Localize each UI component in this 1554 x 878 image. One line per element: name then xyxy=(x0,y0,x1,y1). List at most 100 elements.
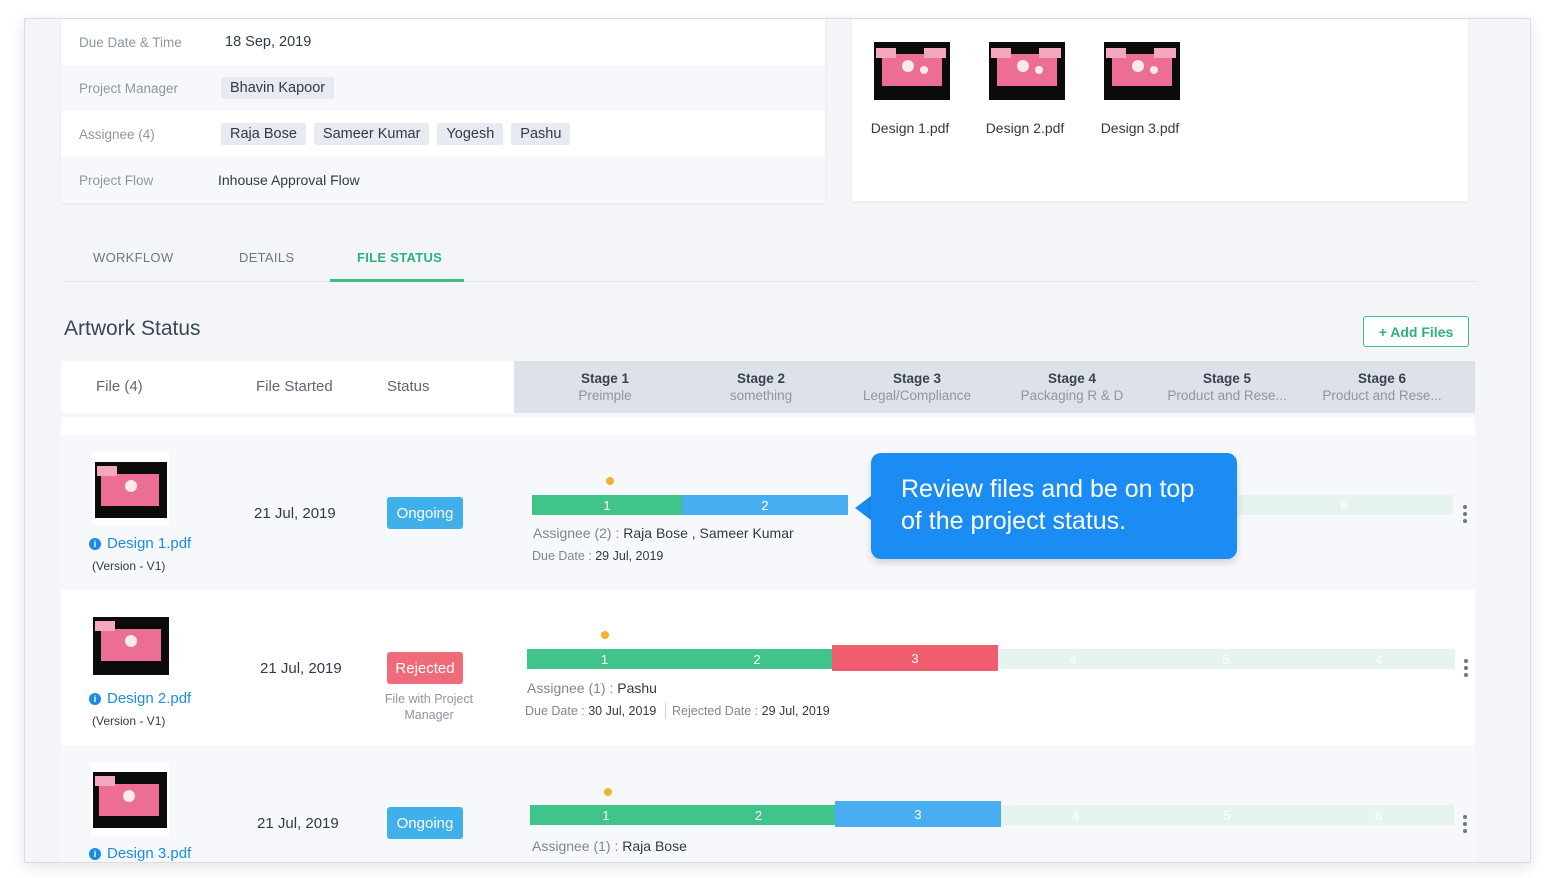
project-manager-chip[interactable]: Bhavin Kapoor xyxy=(221,77,335,99)
info-icon[interactable]: i xyxy=(89,692,101,705)
assignee-names: Raja Bose , Sameer Kumar xyxy=(623,525,794,541)
assignee-label: Assignee (4) xyxy=(79,126,155,142)
stage-1-segment[interactable]: 1 xyxy=(530,805,682,825)
project-manager-row: Project Manager Bhavin Kapoor xyxy=(61,65,825,111)
stage-3-segment[interactable]: 3 xyxy=(835,801,1001,827)
table-spacer xyxy=(61,417,1475,435)
stage-3-subtitle: Legal/Compliance xyxy=(862,388,972,403)
assignee-chip[interactable]: Raja Bose xyxy=(221,123,306,145)
app-window: Due Date & Time 18 Sep, 2019 Project Man… xyxy=(24,18,1531,863)
design-3-row-thumbnail[interactable] xyxy=(91,762,169,836)
rejected-date: 29 Jul, 2019 xyxy=(761,704,830,718)
row-menu-icon[interactable] xyxy=(1464,659,1468,680)
design-3-thumbnail[interactable] xyxy=(1104,42,1180,100)
design-3-started: 21 Jul, 2019 xyxy=(257,815,339,832)
tab-workflow[interactable]: WORKFLOW xyxy=(93,250,173,265)
design-2-filename[interactable]: Design 2.pdf xyxy=(970,120,1080,136)
stage-2-segment[interactable]: 2 xyxy=(682,805,835,825)
design-2-version: (Version - V1) xyxy=(92,714,166,728)
assignee-names: Pashu xyxy=(617,680,657,696)
stage-5-segment[interactable]: 5 xyxy=(1148,649,1303,669)
stage-header-4[interactable]: Stage 4 Packaging R & D xyxy=(997,371,1147,403)
stage-1-subtitle: Preimple xyxy=(578,388,632,403)
design-1-name: Design 1.pdf xyxy=(107,535,192,552)
column-header-status[interactable]: Status xyxy=(387,378,430,395)
due-date-value: 18 Sep, 2019 xyxy=(225,34,312,50)
stage-1-segment[interactable]: 1 xyxy=(527,649,682,669)
status-subtext: File with Project Manager xyxy=(384,692,474,722)
stage-4-title: Stage 4 xyxy=(1047,371,1097,386)
design-3-link[interactable]: i Design 3.pdf xyxy=(89,845,191,862)
stage-2-segment[interactable]: 2 xyxy=(682,649,832,669)
tab-file-status[interactable]: FILE STATUS xyxy=(357,250,442,265)
stage-6-segment[interactable]: 6 xyxy=(1303,805,1454,825)
design-2-row-thumbnail[interactable] xyxy=(93,617,169,675)
stage-1-title: Stage 1 xyxy=(580,371,630,386)
stage-header-2[interactable]: Stage 2 something xyxy=(686,371,836,403)
due-prefix: Due Date : xyxy=(525,704,589,718)
assignee-chip[interactable]: Yogesh xyxy=(437,123,504,145)
table-row xyxy=(61,745,1475,862)
stage-1-segment[interactable]: 1 xyxy=(532,495,682,515)
assignee-prefix: Assignee (2) : xyxy=(533,525,624,541)
design-2-assignees: Assignee (1) : Pashu xyxy=(527,680,657,696)
stage-6-segment[interactable]: 6 xyxy=(1235,495,1453,515)
progress-marker xyxy=(606,477,614,485)
design-2-rejected: Rejected Date : 29 Jul, 2019 xyxy=(672,704,830,718)
column-header-file-started[interactable]: File Started xyxy=(256,378,333,395)
assignee-chip[interactable]: Sameer Kumar xyxy=(313,123,430,145)
design-2-link[interactable]: i Design 2.pdf xyxy=(89,690,191,707)
due-date-label: Due Date & Time xyxy=(79,34,182,50)
info-icon[interactable]: i xyxy=(89,847,101,860)
stage-4-segment[interactable]: 4 xyxy=(998,649,1148,669)
active-tab-indicator xyxy=(330,279,464,282)
stage-header-6[interactable]: Stage 6 Product and Rese... xyxy=(1307,371,1457,403)
stage-6-subtitle: Product and Rese... xyxy=(1322,388,1442,403)
feature-callout: Review files and be on top of the projec… xyxy=(871,453,1237,559)
design-1-started: 21 Jul, 2019 xyxy=(254,505,336,522)
design-1-thumbnail[interactable] xyxy=(874,42,950,100)
project-flow-label: Project Flow xyxy=(79,172,154,188)
status-badge-ongoing[interactable]: Ongoing xyxy=(387,497,463,529)
due-date-row: Due Date & Time 18 Sep, 2019 xyxy=(61,19,825,65)
status-badge-rejected[interactable]: Rejected xyxy=(387,652,463,684)
row-menu-icon[interactable] xyxy=(1463,505,1467,526)
design-1-due: Due Date : 29 Jul, 2019 xyxy=(532,549,663,563)
rejected-prefix: Rejected Date : xyxy=(672,704,762,718)
stage-header-1[interactable]: Stage 1 Preimple xyxy=(530,371,680,403)
add-files-button[interactable]: + Add Files xyxy=(1363,316,1469,347)
stage-header-5[interactable]: Stage 5 Product and Rese... xyxy=(1152,371,1302,403)
column-header-file[interactable]: File (4) xyxy=(96,378,143,395)
info-icon[interactable]: i xyxy=(89,537,101,550)
table-header-left: File (4) File Started Status xyxy=(61,361,514,413)
stage-header-3[interactable]: Stage 3 Legal/Compliance xyxy=(842,371,992,403)
status-badge-ongoing[interactable]: Ongoing xyxy=(387,807,463,839)
stage-5-subtitle: Product and Rese... xyxy=(1167,388,1287,403)
stage-3-segment[interactable]: 3 xyxy=(832,645,998,671)
design-3-filename[interactable]: Design 3.pdf xyxy=(1085,120,1195,136)
design-1-filename[interactable]: Design 1.pdf xyxy=(855,120,965,136)
design-2-name: Design 2.pdf xyxy=(107,690,192,707)
project-manager-label: Project Manager xyxy=(79,80,179,96)
stage-5-title: Stage 5 xyxy=(1202,371,1252,386)
callout-pointer xyxy=(855,496,871,520)
due-date: 30 Jul, 2019 xyxy=(588,704,657,718)
stage-2-subtitle: something xyxy=(729,388,793,403)
stage-3-title: Stage 3 xyxy=(892,371,942,386)
design-2-thumbnail[interactable] xyxy=(989,42,1065,100)
assignee-prefix: Assignee (1) : xyxy=(532,838,623,854)
stage-5-segment[interactable]: 5 xyxy=(1151,805,1303,825)
design-1-link[interactable]: i Design 1.pdf xyxy=(89,535,191,552)
design-3-assignees: Assignee (1) : Raja Bose xyxy=(532,838,687,854)
meta-divider xyxy=(665,703,666,719)
due-date: 29 Jul, 2019 xyxy=(595,549,664,563)
design-2-started: 21 Jul, 2019 xyxy=(260,660,342,677)
design-1-row-thumbnail[interactable] xyxy=(93,452,169,526)
stage-4-segment[interactable]: 4 xyxy=(1001,805,1151,825)
row-menu-icon[interactable] xyxy=(1463,815,1467,836)
assignee-chip[interactable]: Pashu xyxy=(511,123,571,145)
stage-2-segment[interactable]: 2 xyxy=(682,495,848,515)
stage-6-segment[interactable]: 4 xyxy=(1303,649,1455,669)
tab-details[interactable]: DETAILS xyxy=(239,250,294,265)
project-flow-value: Inhouse Approval Flow xyxy=(218,172,360,188)
